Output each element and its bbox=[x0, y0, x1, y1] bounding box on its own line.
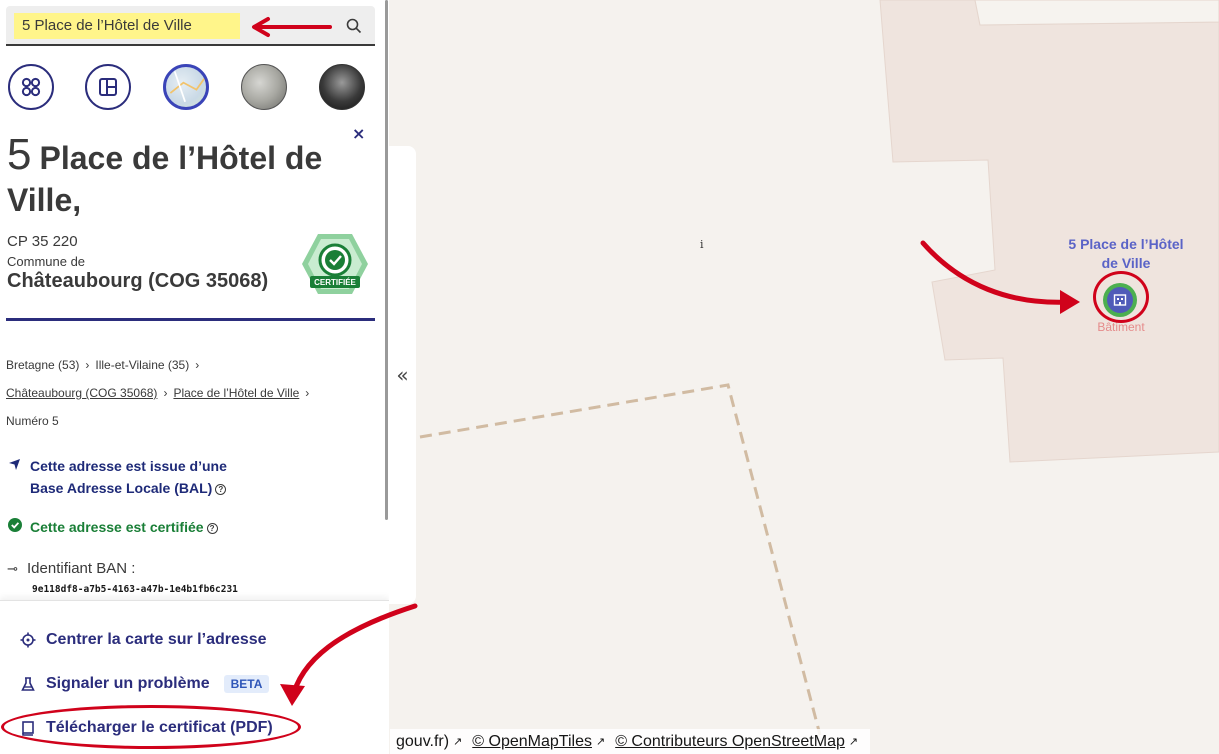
breadcrumb-departement[interactable]: Ille-et-Vilaine (35) bbox=[95, 358, 189, 372]
flask-icon bbox=[20, 677, 36, 691]
navigation-arrow-icon bbox=[8, 455, 24, 477]
chevron-right-icon: › bbox=[85, 358, 90, 372]
external-link-icon: ↗ bbox=[595, 736, 606, 748]
beta-badge: BETA bbox=[223, 675, 270, 693]
chevron-right-icon: › bbox=[305, 386, 310, 400]
bal-line-1: Cette adresse est issue d’une bbox=[30, 458, 227, 474]
key-icon: ⊸ bbox=[7, 561, 18, 576]
breadcrumb-region[interactable]: Bretagne (53) bbox=[6, 358, 79, 372]
search-bar bbox=[6, 6, 375, 46]
photo-thumbnail[interactable] bbox=[241, 64, 287, 110]
courtyard bbox=[974, 0, 1219, 26]
breadcrumb-numero: Numéro 5 bbox=[6, 414, 59, 428]
help-icon[interactable]: ? bbox=[206, 522, 218, 534]
map-info-glyph: i bbox=[700, 238, 704, 251]
help-icon[interactable]: ? bbox=[215, 483, 227, 495]
sidebar-scrollbar[interactable] bbox=[385, 0, 388, 520]
report-problem-label: Signaler un problème bbox=[46, 675, 210, 692]
breadcrumb-commune[interactable]: Châteaubourg (COG 35068) bbox=[6, 386, 157, 400]
annotation-oval bbox=[1, 705, 301, 749]
breadcrumb-row-2: Châteaubourg (COG 35068) › Place de l’Hôte… bbox=[6, 386, 315, 400]
poi-label[interactable]: 5 Place de l’Hôtel de Ville bbox=[1060, 235, 1192, 273]
search-icon[interactable] bbox=[345, 17, 363, 35]
commune-name: Châteaubourg (COG 35068) bbox=[7, 270, 269, 292]
plan-thumbnail[interactable] bbox=[163, 64, 209, 110]
dark-thumbnail[interactable] bbox=[319, 64, 365, 110]
breadcrumb-voie[interactable]: Place de l’Hôtel de Ville bbox=[173, 386, 299, 400]
map-attribution: gouv.fr) ↗ © OpenMapTiles ↗ © Contribute… bbox=[390, 729, 871, 754]
search-input[interactable] bbox=[14, 13, 240, 39]
ban-label: ⊸ Identifiant BAN : bbox=[7, 560, 136, 577]
building-footprint bbox=[879, 0, 1219, 463]
close-icon[interactable]: × bbox=[352, 124, 365, 143]
annotation-circle bbox=[1093, 271, 1149, 323]
check-circle-icon bbox=[8, 516, 24, 538]
postal-code: CP 35 220 bbox=[7, 233, 78, 250]
report-problem-button[interactable]: Signaler un problème BETA bbox=[20, 675, 270, 693]
attribution-osm[interactable]: © Contributeurs OpenStreetMap bbox=[615, 733, 845, 751]
attribution-part1[interactable]: gouv.fr) bbox=[396, 733, 449, 751]
footpath bbox=[419, 383, 822, 736]
map-style-selector bbox=[8, 64, 368, 110]
address-number: 5 bbox=[7, 130, 32, 179]
layout-icon[interactable] bbox=[85, 64, 131, 110]
center-map-label: Centrer la carte sur l’adresse bbox=[46, 631, 267, 648]
external-link-icon: ↗ bbox=[453, 736, 463, 748]
chevron-right-icon: › bbox=[195, 358, 200, 372]
crosshair-icon bbox=[20, 632, 36, 648]
attribution-openmaptiles[interactable]: © OpenMapTiles bbox=[472, 733, 592, 751]
address-street: Place de l’Hôtel de Ville, bbox=[7, 140, 323, 218]
ban-identifier: 9e118df8-a7b5-4163-a47b-1e4b1fb6c231 bbox=[32, 584, 238, 595]
certified-info: Cette adresse est certifiée? bbox=[8, 516, 218, 538]
external-link-icon: ↗ bbox=[848, 736, 859, 748]
bal-line-2: Base Adresse Locale (BAL) bbox=[30, 480, 213, 496]
breadcrumb-row-1: Bretagne (53) › Ille-et-Vilaine (35) › bbox=[6, 358, 205, 372]
chevron-right-icon: › bbox=[163, 386, 168, 400]
certified-text: Cette adresse est certifiée bbox=[30, 519, 204, 535]
grid-four-icon[interactable] bbox=[8, 64, 54, 110]
title-separator bbox=[6, 318, 375, 321]
bal-info: Cette adresse est issue d’une Base Adres… bbox=[8, 455, 227, 499]
center-map-button[interactable]: Centrer la carte sur l’adresse bbox=[20, 631, 267, 649]
address-title: 5 Place de l’Hôtel de Ville, bbox=[7, 133, 352, 221]
collapse-sidebar-button[interactable]: « bbox=[389, 146, 416, 604]
commune-label: Commune de bbox=[7, 254, 86, 269]
certified-badge-icon: CERTIFIÉE bbox=[302, 234, 368, 294]
badge-text: CERTIFIÉE bbox=[314, 278, 356, 287]
